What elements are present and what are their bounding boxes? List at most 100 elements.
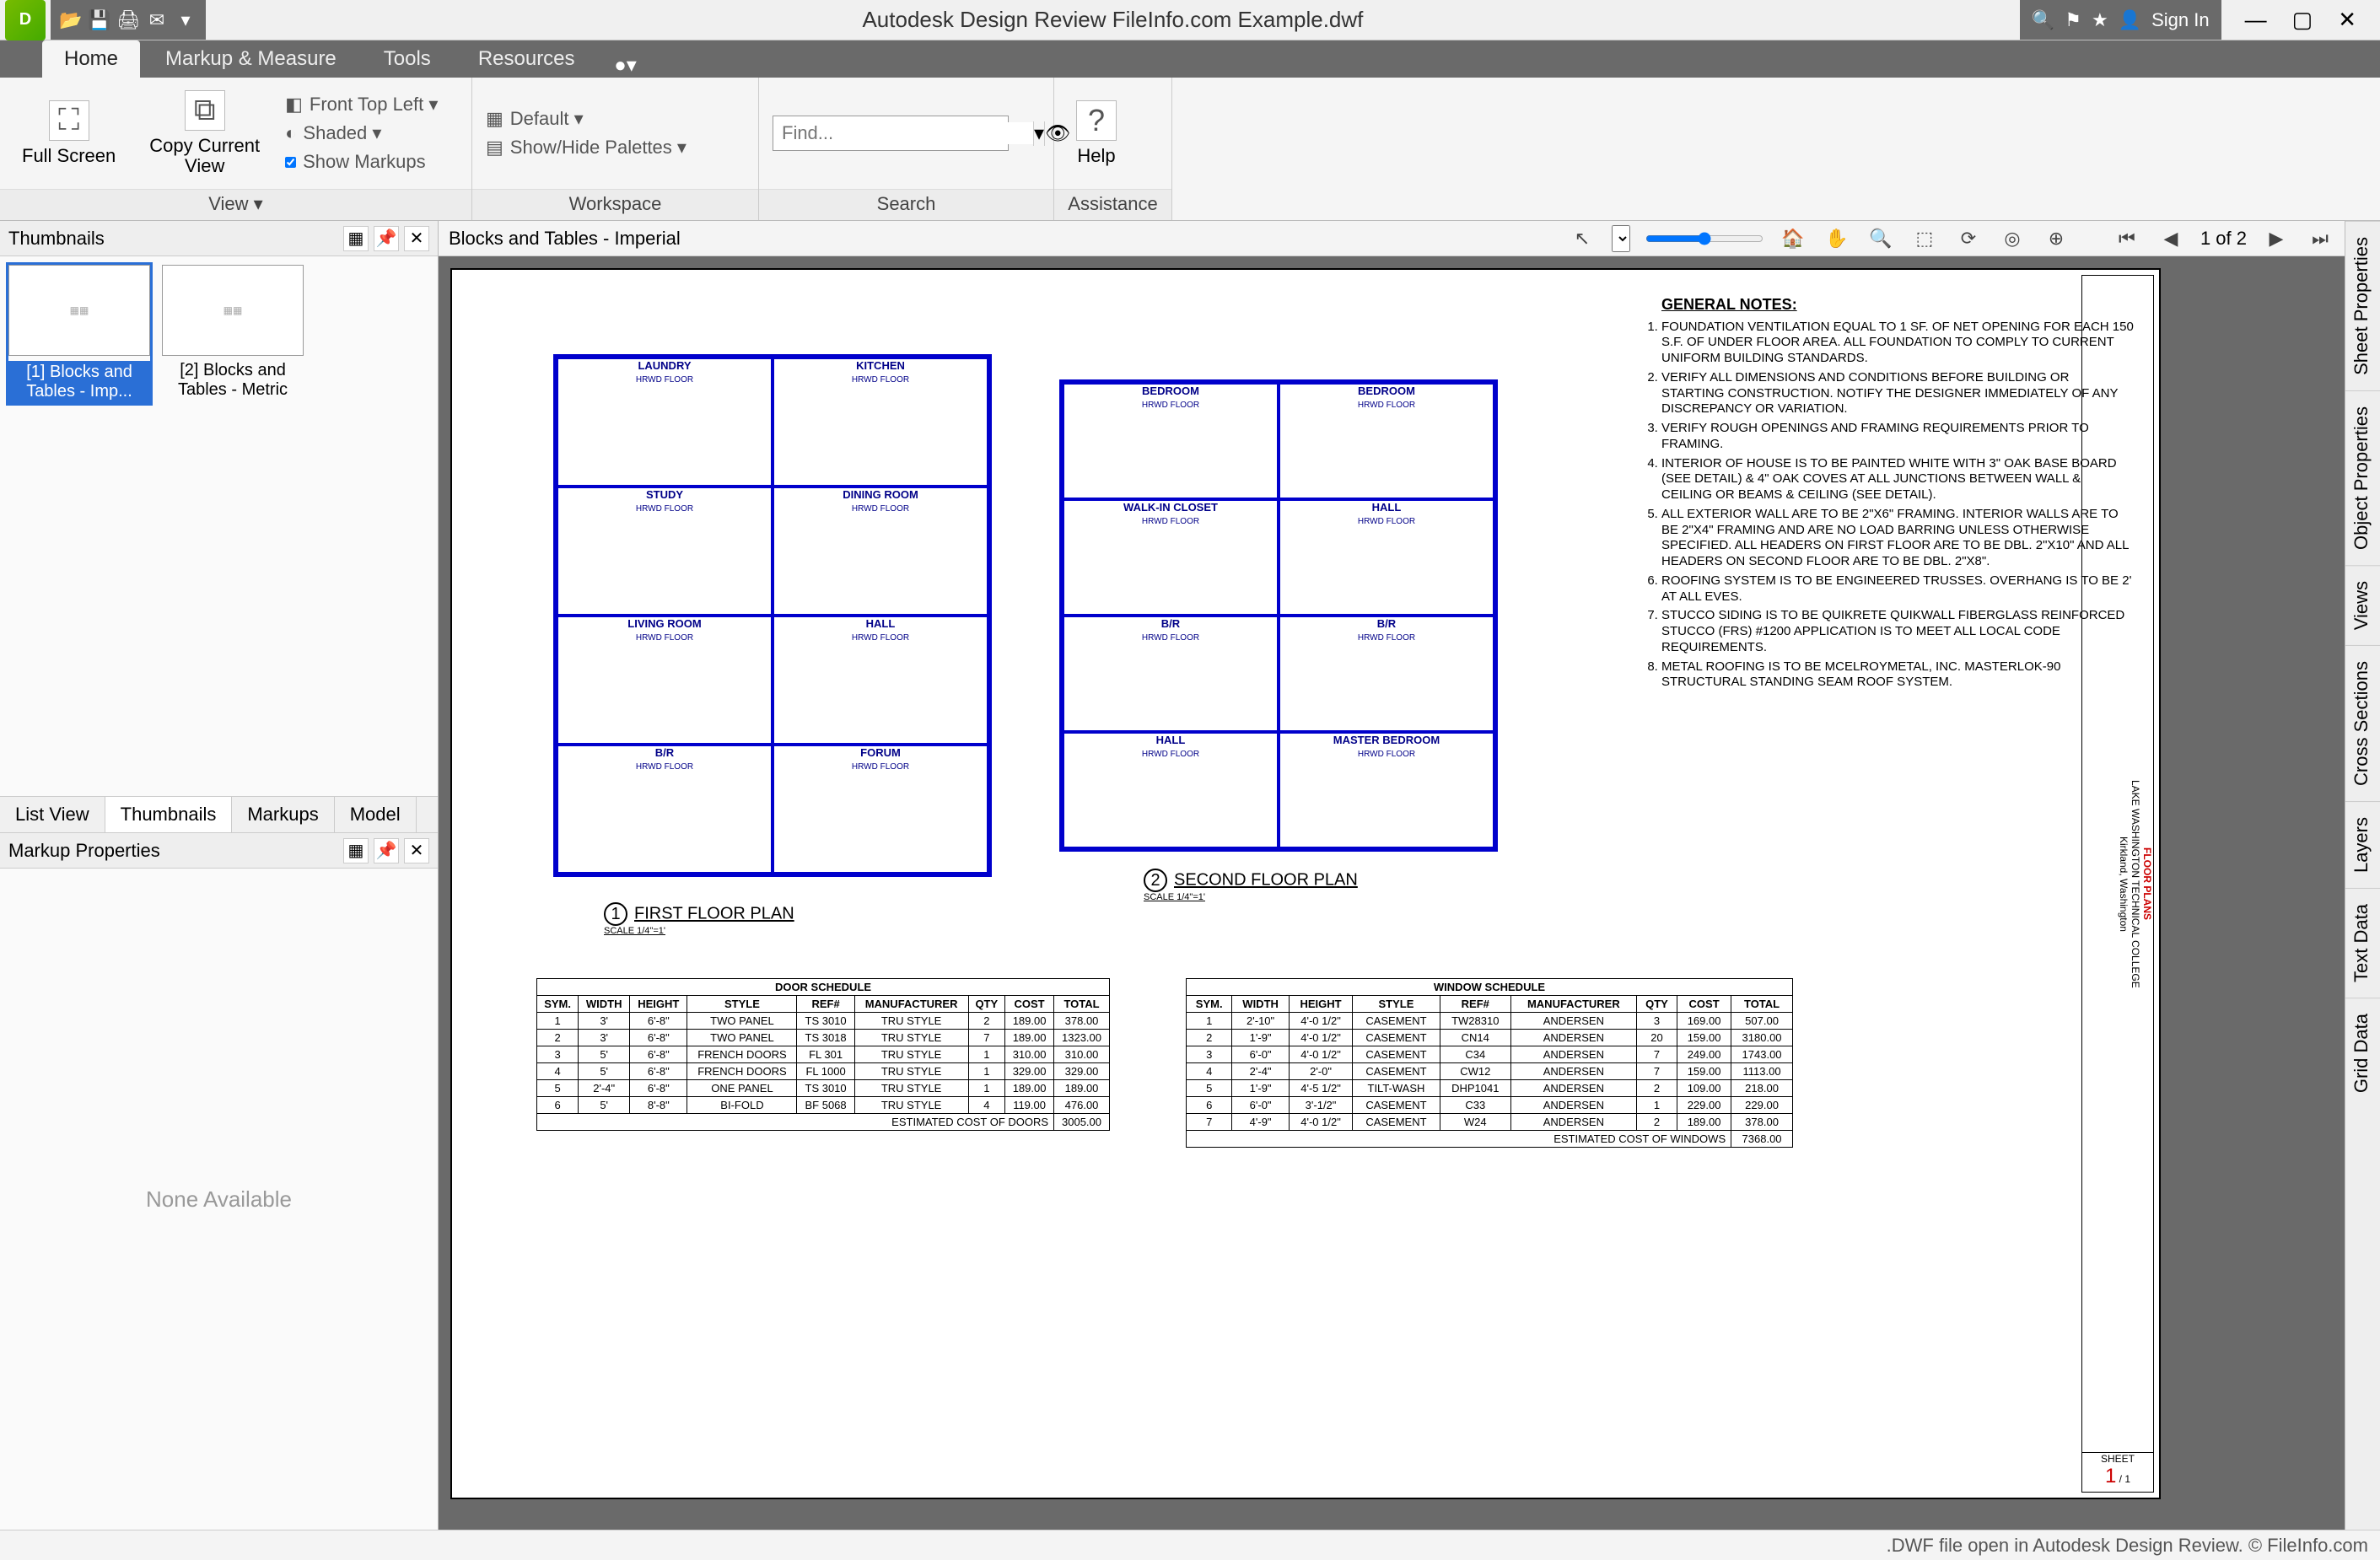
zoom-icon[interactable]: 🔍 (1866, 224, 1895, 253)
thumbnail-item[interactable]: ▦▦ [2] Blocks and Tables - Metric (162, 265, 304, 400)
room: B/RHRWD FLOOR (557, 745, 773, 874)
default-workspace-dropdown[interactable]: ▦Default ▾ (486, 108, 687, 130)
tab-home[interactable]: Home (42, 40, 140, 78)
signin-link[interactable]: Sign In (2151, 9, 2210, 31)
star-icon[interactable]: ★ (2092, 9, 2108, 31)
room: DINING ROOMHRWD FLOOR (773, 487, 988, 616)
main: Thumbnails ▦ 📌 ✕ ▦▦ [1] Blocks and Table… (0, 221, 2380, 1530)
general-notes: GENERAL NOTES: FOUNDATION VENTILATION EQ… (1661, 295, 2134, 694)
table-row: 42'-4"2'-0"CASEMENTCW12ANDERSEN7159.0011… (1187, 1063, 1793, 1080)
room: KITCHENHRWD FLOOR (773, 358, 988, 487)
tab-markups[interactable]: Markups (232, 797, 334, 832)
flag-icon[interactable]: ⚑ (2065, 9, 2081, 31)
markup-header: Markup Properties ▦ 📌 ✕ (0, 833, 438, 869)
right-tab[interactable]: Object Properties (2345, 390, 2380, 565)
table-row: 51'-9"4'-5 1/2"TILT-WASHDHP1041ANDERSEN2… (1187, 1080, 1793, 1097)
open-icon[interactable]: 📂 (59, 8, 83, 32)
orbit2-icon[interactable]: ◎ (1998, 224, 2027, 253)
right-tab[interactable]: Cross Sections (2345, 645, 2380, 801)
first-page-icon[interactable]: ⏮ (2113, 224, 2141, 253)
cursor-icon[interactable]: ↖ (1568, 224, 1597, 253)
prev-page-icon[interactable]: ◀ (2157, 224, 2185, 253)
group-workspace-label: Workspace (472, 189, 758, 220)
show-hide-palettes-dropdown[interactable]: ▤Show/Hide Palettes ▾ (486, 137, 687, 159)
panel-options-icon[interactable]: ▦ (343, 226, 369, 251)
note-item: FOUNDATION VENTILATION EQUAL TO 1 SF. OF… (1661, 320, 2134, 367)
group-search-label: Search (759, 189, 1053, 220)
zoom-slider[interactable] (1645, 232, 1763, 245)
thumbnails-title: Thumbnails (8, 228, 105, 250)
shaded-dropdown[interactable]: ◐Shaded ▾ (285, 122, 438, 144)
canvas-toolbar: Blocks and Tables - Imperial ↖ 🏠 ✋ 🔍 ⬚ ⟳… (439, 221, 2345, 256)
shaded-icon: ◐ (285, 122, 296, 144)
fullscreen-icon: ⛶ (49, 100, 89, 141)
find-input[interactable] (773, 122, 1033, 144)
right-tab[interactable]: Sheet Properties (2345, 221, 2380, 390)
close-button[interactable]: ✕ (2338, 7, 2356, 33)
status-text: .DWF file open in Autodesk Design Review… (1887, 1535, 2368, 1557)
thumbnail-preview: ▦▦ (8, 265, 150, 356)
last-page-icon[interactable]: ⏭ (2306, 224, 2334, 253)
help-icon: ? (1076, 100, 1117, 141)
tab-model[interactable]: Model (335, 797, 417, 832)
right-tab[interactable]: Views (2345, 565, 2380, 645)
tab-resources[interactable]: Resources (456, 40, 597, 78)
maximize-button[interactable]: ▢ (2292, 7, 2313, 33)
titlebar: D 📂 💾 🖨 ✉ ▾ Autodesk Design Review FileI… (0, 0, 2380, 40)
thumbnail-caption: [2] Blocks and Tables - Metric (162, 361, 304, 400)
right-tab[interactable]: Layers (2345, 801, 2380, 888)
table-row: 45'6'-8"FRENCH DOORSFL 1000TRU STYLE1329… (537, 1063, 1110, 1080)
group-assistance-label: Assistance (1054, 189, 1171, 220)
wheel-icon[interactable]: ⊕ (2042, 224, 2070, 253)
panel-pin-icon[interactable]: 📌 (374, 838, 399, 863)
scale-dropdown[interactable] (1612, 225, 1630, 252)
room: HALLHRWD FLOOR (773, 616, 988, 745)
zoom-window-icon[interactable]: ⬚ (1910, 224, 1939, 253)
front-top-left-dropdown[interactable]: ◧Front Top Left ▾ (285, 94, 438, 116)
room: B/RHRWD FLOOR (1063, 616, 1279, 732)
canvas[interactable]: GENERAL NOTES: FOUNDATION VENTILATION EQ… (439, 256, 2345, 1530)
tab-tools[interactable]: Tools (362, 40, 453, 78)
window-controls: — ▢ ✕ (2221, 7, 2380, 33)
next-page-icon[interactable]: ▶ (2262, 224, 2291, 253)
panel-options-icon[interactable]: ▦ (343, 838, 369, 863)
plan2-label: 2SECOND FLOOR PLAN SCALE 1/4"=1' (1144, 869, 1358, 902)
panel-pin-icon[interactable]: 📌 (374, 226, 399, 251)
qat-dropdown-icon[interactable]: ▾ (174, 8, 197, 32)
title-block: FLOOR PLANS LAKE WASHINGTON TECHNICAL CO… (2081, 275, 2154, 1493)
table-row: 36'-0"4'-0 1/2"CASEMENTC34ANDERSEN7249.0… (1187, 1046, 1793, 1063)
right-tab[interactable]: Grid Data (2345, 998, 2380, 1108)
quick-access-toolbar: 📂 💾 🖨 ✉ ▾ (51, 0, 206, 40)
find-dropdown-icon[interactable]: ▾ (1033, 121, 1044, 146)
show-markups-checkbox[interactable]: Show Markups (285, 151, 438, 173)
table-row: 21'-9"4'-0 1/2"CASEMENTCN14ANDERSEN20159… (1187, 1030, 1793, 1046)
thumbnail-item[interactable]: ▦▦ [1] Blocks and Tables - Imp... (8, 265, 150, 403)
tab-listview[interactable]: List View (0, 797, 105, 832)
table-row: 23'6'-8"TWO PANELTS 3018TRU STYLE7189.00… (537, 1030, 1110, 1046)
door-schedule: DOOR SCHEDULE SYM.WIDTHHEIGHTSTYLEREF#MA… (536, 978, 1110, 1131)
copy-view-button[interactable]: ⧉ Copy Current View (141, 87, 268, 180)
right-tab[interactable]: Text Data (2345, 888, 2380, 998)
title-right-tools: 🔍 ⚑ ★ 👤 Sign In (2020, 0, 2221, 40)
home-icon[interactable]: 🏠 (1779, 224, 1807, 253)
mail-icon[interactable]: ✉ (145, 8, 169, 32)
fullscreen-button[interactable]: ⛶ Full Screen (13, 97, 124, 169)
tab-markup[interactable]: Markup & Measure (143, 40, 358, 78)
canvas-column: Blocks and Tables - Imperial ↖ 🏠 ✋ 🔍 ⬚ ⟳… (439, 221, 2345, 1530)
pan-icon[interactable]: ✋ (1823, 224, 1851, 253)
room: B/RHRWD FLOOR (1279, 616, 1494, 732)
panel-close-icon[interactable]: ✕ (404, 838, 429, 863)
ribbon-tabs: Home Markup & Measure Tools Resources ●▾ (0, 40, 2380, 78)
orbit-icon[interactable]: ⟳ (1954, 224, 1983, 253)
tab-thumbnails[interactable]: Thumbnails (105, 797, 233, 832)
minimize-button[interactable]: — (2245, 7, 2267, 33)
room: FORUMHRWD FLOOR (773, 745, 988, 874)
save-icon[interactable]: 💾 (88, 8, 111, 32)
right-tabs: Sheet PropertiesObject PropertiesViewsCr… (2345, 221, 2380, 1530)
binoculars-icon[interactable]: 🔍 (2032, 9, 2054, 31)
help-button[interactable]: ? Help (1068, 97, 1125, 169)
panel-close-icon[interactable]: ✕ (404, 226, 429, 251)
record-icon[interactable]: ●▾ (609, 53, 643, 78)
print-icon[interactable]: 🖨 (116, 8, 140, 32)
first-floor-plan: LAUNDRYHRWD FLOORKITCHENHRWD FLOORSTUDYH… (553, 354, 992, 877)
